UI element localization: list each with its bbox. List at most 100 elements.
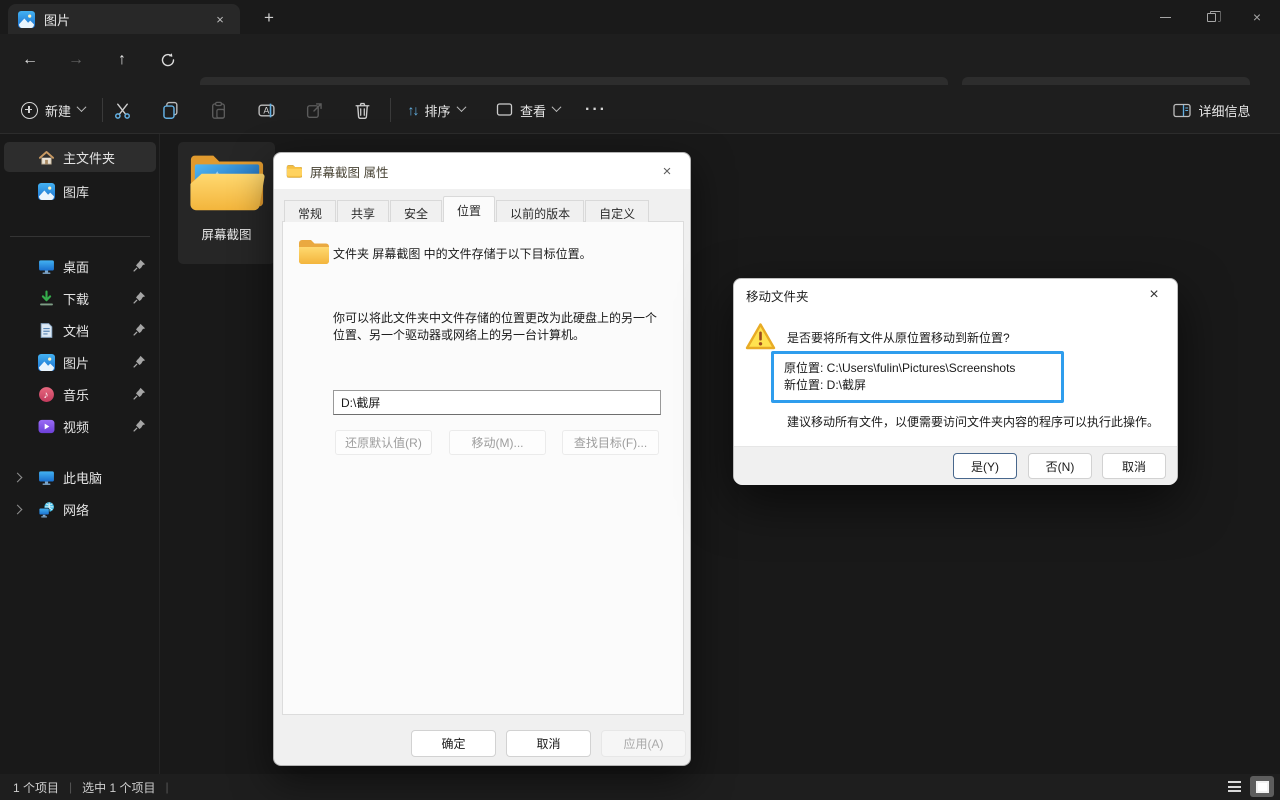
sidebar-item-label: 图片 xyxy=(63,353,89,372)
cancel-button[interactable]: 取消 xyxy=(506,730,591,757)
tab-location[interactable]: 位置 xyxy=(443,196,495,222)
folder-icon xyxy=(297,238,331,266)
status-bar: 1 个项目 | 选中 1 个项目 | xyxy=(0,774,1280,800)
apply-button[interactable]: 应用(A) xyxy=(601,730,686,757)
documents-icon xyxy=(38,322,55,339)
details-pane-button[interactable]: 详细信息 xyxy=(1158,93,1266,127)
location-highlight-box: 原位置: C:\Users\fulin\Pictures\Screenshots… xyxy=(771,351,1064,403)
up-button[interactable]: ↑ xyxy=(106,44,138,76)
tab-close-icon[interactable]: × xyxy=(210,9,230,29)
sidebar-item-music[interactable]: ♪ 音乐 xyxy=(4,379,156,409)
pin-icon xyxy=(133,259,146,272)
close-button[interactable]: × xyxy=(1234,0,1280,34)
delete-icon xyxy=(353,101,372,120)
forward-button[interactable]: → xyxy=(60,44,92,76)
thumbnail-view-button[interactable] xyxy=(1250,776,1274,797)
move-question-text: 是否要将所有文件从原位置移动到新位置? xyxy=(787,329,1010,346)
toolbar-divider xyxy=(102,98,103,122)
new-button-label: 新建 xyxy=(45,101,71,120)
sidebar-item-label: 下载 xyxy=(63,289,89,308)
delete-button[interactable] xyxy=(344,93,380,127)
no-button[interactable]: 否(N) xyxy=(1028,453,1092,479)
location-tab-panel: 文件夹 屏幕截图 中的文件存储于以下目标位置。 你可以将此文件夹中文件存储的位置… xyxy=(282,221,684,715)
sidebar-item-desktop[interactable]: 桌面 xyxy=(4,251,156,281)
title-bar: 图片 × + × xyxy=(0,0,1280,34)
refresh-button[interactable] xyxy=(152,44,184,76)
sidebar-item-label: 文档 xyxy=(63,321,89,340)
folder-tile-screenshots[interactable]: 屏幕截图 xyxy=(178,142,275,264)
folder-icon xyxy=(188,150,266,212)
sort-icon: ↑↓ xyxy=(407,102,417,118)
sidebar-item-downloads[interactable]: 下载 xyxy=(4,283,156,313)
tab-general[interactable]: 常规 xyxy=(284,200,336,222)
new-tab-button[interactable]: + xyxy=(256,6,282,30)
cut-icon xyxy=(113,101,132,120)
maximize-button[interactable] xyxy=(1188,0,1234,34)
new-button[interactable]: 新建 xyxy=(12,93,94,127)
expand-chevron-icon[interactable] xyxy=(13,472,23,482)
warning-icon xyxy=(745,322,776,351)
sidebar-item-label: 图库 xyxy=(63,182,89,201)
gallery-icon xyxy=(38,183,55,200)
move-suggestion-text: 建议移动所有文件，以便需要访问文件夹内容的程序可以执行此操作。 xyxy=(787,413,1167,430)
sidebar-item-home[interactable]: 主文件夹 xyxy=(4,142,156,172)
restore-icon xyxy=(1207,13,1216,22)
tab-sharing[interactable]: 共享 xyxy=(337,200,389,222)
pictures-icon xyxy=(38,354,55,371)
sidebar-item-label: 网络 xyxy=(63,500,89,519)
yes-button[interactable]: 是(Y) xyxy=(953,453,1017,479)
pictures-app-icon xyxy=(18,11,35,28)
details-pane-icon xyxy=(1173,103,1191,118)
view-button[interactable]: 查看 xyxy=(486,93,570,127)
details-view-button[interactable] xyxy=(1222,776,1246,797)
address-bar-row: ← → ↑ › 图片 › xyxy=(0,34,1280,85)
copy-icon xyxy=(161,101,180,120)
cancel-button[interactable]: 取消 xyxy=(1102,453,1166,479)
more-button[interactable]: ··· xyxy=(578,93,614,127)
sidebar-item-pictures[interactable]: 图片 xyxy=(4,347,156,377)
sidebar-item-videos[interactable]: 视频 xyxy=(4,411,156,441)
tab-previous-versions[interactable]: 以前的版本 xyxy=(496,200,584,222)
chevron-down-icon xyxy=(552,102,562,112)
find-target-button[interactable]: 查找目标(F)... xyxy=(562,430,659,455)
paste-button[interactable] xyxy=(200,93,236,127)
expand-chevron-icon[interactable] xyxy=(13,504,23,514)
sidebar-item-label: 桌面 xyxy=(63,257,89,276)
restore-default-button[interactable]: 还原默认值(R) xyxy=(335,430,432,455)
tab-security[interactable]: 安全 xyxy=(390,200,442,222)
details-view-icon xyxy=(1228,781,1241,792)
location-intro-text: 文件夹 屏幕截图 中的文件存储于以下目标位置。 xyxy=(333,246,663,262)
move-dialog-close-icon[interactable]: × xyxy=(1131,279,1177,311)
explorer-tab[interactable]: 图片 × xyxy=(8,4,240,34)
back-button[interactable]: ← xyxy=(14,44,46,76)
location-path-input[interactable] xyxy=(333,390,661,415)
thumbnail-view-icon xyxy=(1256,781,1269,793)
move-button[interactable]: 移动(M)... xyxy=(449,430,546,455)
details-pane-label: 详细信息 xyxy=(1198,101,1250,120)
svg-text:A: A xyxy=(263,105,269,115)
status-divider: | xyxy=(69,780,72,794)
videos-icon xyxy=(38,418,55,435)
minimize-button[interactable] xyxy=(1142,0,1188,34)
desktop-icon xyxy=(38,258,55,275)
sidebar-item-gallery[interactable]: 图库 xyxy=(4,176,156,206)
home-icon xyxy=(38,149,55,166)
pin-icon xyxy=(133,291,146,304)
tab-customize[interactable]: 自定义 xyxy=(585,200,649,222)
sidebar-item-thispc[interactable]: 此电脑 xyxy=(4,462,156,492)
original-location-text: 原位置: C:\Users\fulin\Pictures\Screenshots xyxy=(784,360,1061,377)
copy-button[interactable] xyxy=(152,93,188,127)
sidebar-item-documents[interactable]: 文档 xyxy=(4,315,156,345)
rename-button[interactable]: A xyxy=(248,93,284,127)
cut-button[interactable] xyxy=(104,93,140,127)
properties-close-icon[interactable]: × xyxy=(644,153,690,189)
ok-button[interactable]: 确定 xyxy=(411,730,496,757)
new-location-text: 新位置: D:\截屏 xyxy=(784,377,1061,394)
sidebar-item-network[interactable]: 网络 xyxy=(4,494,156,524)
item-count: 1 个项目 xyxy=(13,779,59,796)
downloads-icon xyxy=(38,290,55,307)
pin-icon xyxy=(133,355,146,368)
share-button[interactable] xyxy=(296,93,332,127)
sort-button[interactable]: ↑↓ 排序 xyxy=(396,93,476,127)
sidebar-item-label: 主文件夹 xyxy=(63,148,115,167)
